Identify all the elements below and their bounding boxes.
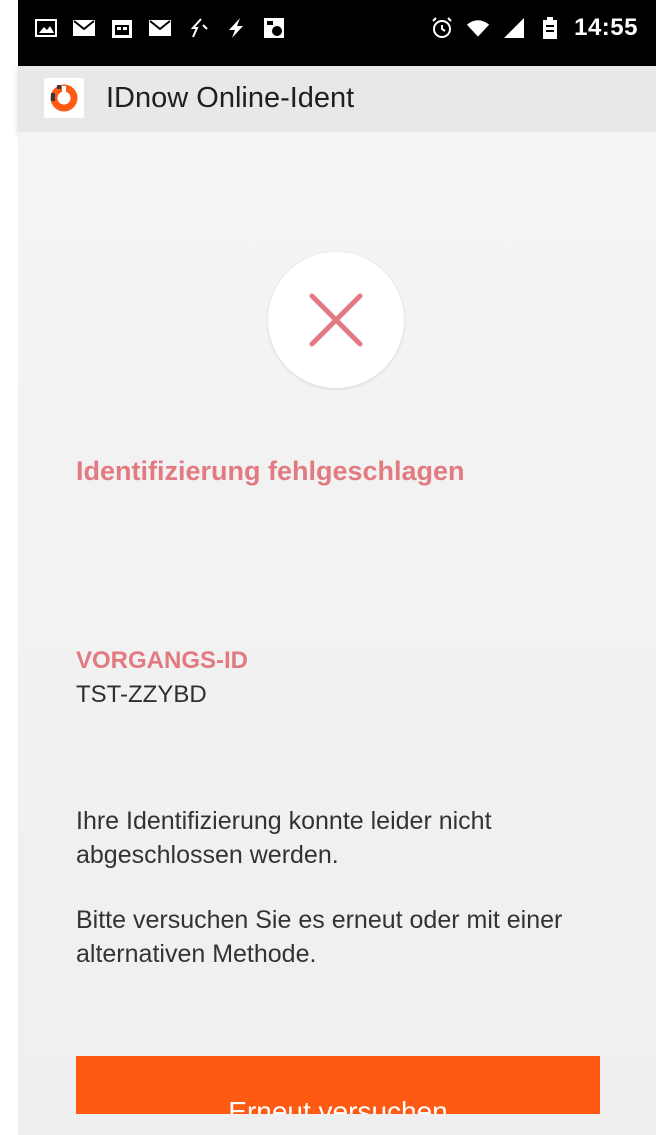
failure-status-indicator [268,252,404,388]
main-content: Identifizierung fehlgeschlagen VORGANGS-… [18,132,656,1135]
retry-button-label: Erneut versuchen [228,1096,448,1114]
signal-icon [502,16,526,40]
transaction-id-label: VORGANGS-ID [76,647,249,674]
mail-icon [148,16,172,40]
vibrate-icon [186,16,210,40]
battery-icon [538,16,562,40]
status-bar-right: 14:55 [430,14,638,42]
transaction-id-value: TST-ZZYBD [76,681,207,708]
idnow-logo [44,78,84,118]
failure-headline: Identifizierung fehlgeschlagen [76,456,465,486]
retry-instruction: Bitte versuchen Sie es erneut oder mit e… [76,906,563,968]
retry-button[interactable]: Erneut versuchen [76,1056,600,1114]
failure-message: Ihre Identifizierung konnte leider nicht… [76,807,492,869]
image-icon [34,16,58,40]
close-icon [309,293,363,347]
app-bar: IDnow Online-Ident [18,66,656,132]
status-time: 14:55 [574,14,638,41]
status-bar-left [34,16,286,40]
wifi-icon [466,16,490,40]
lightning-icon [224,16,248,40]
alarm-icon [430,16,454,40]
app-notification-icon [262,16,286,40]
calendar-icon [110,16,134,40]
status-bar: 14:55 [18,0,656,66]
app-title: IDnow Online-Ident [106,82,355,114]
mail-icon [72,16,96,40]
